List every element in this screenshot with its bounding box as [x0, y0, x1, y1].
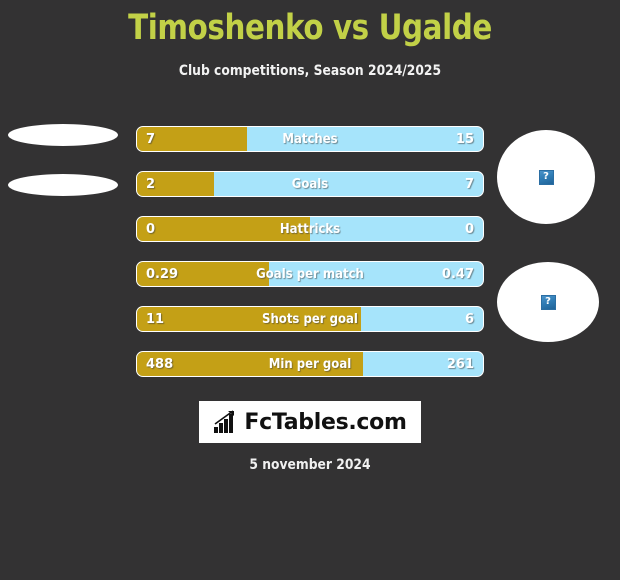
page-title: Timoshenko vs Ugalde	[128, 8, 492, 48]
away-value: 261	[446, 357, 474, 372]
bar-chart-arrow-icon	[214, 410, 235, 433]
broken-image-icon: ?	[540, 294, 556, 310]
stat-row-hattricks: 0 Hattricks 0	[136, 216, 484, 242]
broken-image-icon: ?	[538, 169, 554, 185]
stat-row-goals: 2 Goals 7	[136, 171, 484, 197]
stat-row-goals-per-match: 0.29 Goals per match 0.47	[136, 261, 484, 287]
stat-label: Hattricks	[279, 222, 341, 237]
away-value: 0	[464, 222, 474, 237]
report-date: 5 november 2024	[249, 457, 371, 473]
home-player-photo-2	[8, 174, 118, 196]
away-player-photo-2: ?	[497, 262, 599, 342]
away-player-photo-1: ?	[497, 130, 595, 224]
stat-label: Goals per match	[256, 267, 364, 282]
stat-label: Goals	[291, 177, 329, 192]
stat-label: Min per goal	[268, 357, 352, 372]
fctables-logo[interactable]: FcTables.com	[199, 401, 421, 443]
away-value: 15	[455, 132, 474, 147]
stat-comparison-card: Timoshenko vs Ugalde Club competitions, …	[0, 0, 620, 580]
away-value: 7	[464, 177, 474, 192]
stat-label: Matches	[282, 132, 338, 147]
stat-bar-list: 7 Matches 15 2 Goals 7 0 Hattricks 0 0.2…	[136, 126, 484, 396]
stat-label: Shots per goal	[262, 312, 358, 327]
stat-row-min-per-goal: 488 Min per goal 261	[136, 351, 484, 377]
away-value: 6	[464, 312, 474, 327]
away-value: 0.47	[441, 267, 474, 282]
logo-text: FcTables.com	[244, 409, 407, 435]
page-subtitle: Club competitions, Season 2024/2025	[178, 63, 442, 79]
stat-row-shots-per-goal: 11 Shots per goal 6	[136, 306, 484, 332]
home-player-photo-1	[8, 124, 118, 146]
stat-row-matches: 7 Matches 15	[136, 126, 484, 152]
